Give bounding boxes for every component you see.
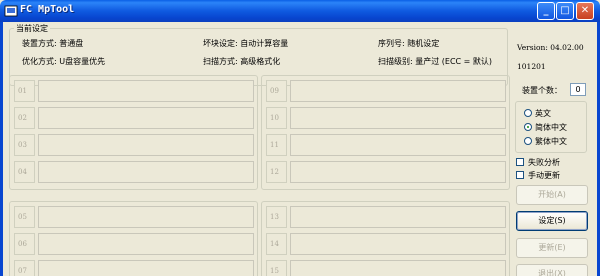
port-slot[interactable]: 10 xyxy=(266,107,506,129)
port-slot[interactable]: 11 xyxy=(266,134,506,156)
checkbox-label: 失败分析 xyxy=(528,158,560,167)
port-status-bar xyxy=(290,161,506,183)
radio-indicator-selected xyxy=(524,123,532,131)
device-count-field: 0 xyxy=(570,83,586,96)
radio-english[interactable]: 英文 xyxy=(524,108,584,119)
port-slot[interactable]: 12 xyxy=(266,161,506,183)
scan-level-text: 扫描级别: 量产过 (ECC = 默认) xyxy=(378,57,493,66)
device-mode-text: 装置方式: 普通盘 xyxy=(22,39,84,48)
radio-indicator xyxy=(524,109,532,117)
port-panel-top-left: 01 02 03 04 xyxy=(9,75,258,190)
port-status-bar xyxy=(290,206,506,228)
port-status-bar xyxy=(38,233,254,255)
port-number: 14 xyxy=(266,233,287,255)
port-status-bar xyxy=(38,206,254,228)
settings-button[interactable]: 设定(S) xyxy=(516,211,588,231)
port-number: 06 xyxy=(14,233,35,255)
update-button[interactable]: 更新(E) xyxy=(516,238,588,258)
port-number: 07 xyxy=(14,260,35,276)
start-button[interactable]: 开始(A) xyxy=(516,185,588,205)
port-number: 12 xyxy=(266,161,287,183)
window-title: FC MpTool xyxy=(20,4,75,15)
port-slot[interactable]: 05 xyxy=(14,206,254,228)
port-slot[interactable]: 01 xyxy=(14,80,254,102)
port-number: 02 xyxy=(14,107,35,129)
port-slot[interactable]: 02 xyxy=(14,107,254,129)
title-bar[interactable]: FC MpTool _ □ ✕ xyxy=(0,0,600,22)
port-status-bar xyxy=(290,260,506,276)
port-number: 04 xyxy=(14,161,35,183)
build-text: 101201 xyxy=(517,62,546,71)
port-number: 03 xyxy=(14,134,35,156)
scan-mode-text: 扫描方式: 高级格式化 xyxy=(203,57,281,66)
language-group: 英文 简体中文 繁体中文 xyxy=(515,101,587,153)
radio-label: 英文 xyxy=(535,109,551,118)
bad-block-text: 坏块设定: 自动计算容量 xyxy=(203,39,289,48)
port-slot[interactable]: 07 xyxy=(14,260,254,276)
port-status-bar xyxy=(38,80,254,102)
port-status-bar xyxy=(38,161,254,183)
radio-simplified-chinese[interactable]: 简体中文 xyxy=(524,122,584,133)
port-slot[interactable]: 13 xyxy=(266,206,506,228)
minimize-button[interactable]: _ xyxy=(537,2,555,20)
checkbox-label: 手动更新 xyxy=(528,171,560,180)
checkbox-box xyxy=(516,171,524,179)
port-slot[interactable]: 03 xyxy=(14,134,254,156)
port-number: 10 xyxy=(266,107,287,129)
client-area: 当前设定 装置方式: 普通盘 坏块设定: 自动计算容量 序列号: 随机设定 优化… xyxy=(0,22,600,276)
radio-indicator xyxy=(524,137,532,145)
exit-button[interactable]: 退出(X) xyxy=(516,264,588,276)
port-slot[interactable]: 14 xyxy=(266,233,506,255)
radio-traditional-chinese[interactable]: 繁体中文 xyxy=(524,136,584,147)
port-panel-bottom-left: 05 06 07 xyxy=(9,201,258,276)
device-count-label: 装置个数： xyxy=(522,86,562,95)
port-number: 15 xyxy=(266,260,287,276)
port-number: 11 xyxy=(266,134,287,156)
port-slot[interactable]: 09 xyxy=(266,80,506,102)
failure-analysis-checkbox[interactable]: 失败分析 xyxy=(516,157,596,168)
port-number: 09 xyxy=(266,80,287,102)
current-settings-legend: 当前设定 xyxy=(14,23,50,34)
serial-text: 序列号: 随机设定 xyxy=(378,39,440,48)
port-number: 01 xyxy=(14,80,35,102)
port-status-bar xyxy=(38,107,254,129)
radio-label: 简体中文 xyxy=(535,123,567,132)
port-status-bar xyxy=(290,107,506,129)
port-slot[interactable]: 04 xyxy=(14,161,254,183)
close-button[interactable]: ✕ xyxy=(576,2,594,20)
port-number: 13 xyxy=(266,206,287,228)
manual-update-checkbox[interactable]: 手动更新 xyxy=(516,170,596,181)
port-status-bar xyxy=(290,233,506,255)
app-icon xyxy=(4,5,18,17)
radio-label: 繁体中文 xyxy=(535,137,567,146)
port-slot[interactable]: 06 xyxy=(14,233,254,255)
version-text: Version: 04.02.00 xyxy=(517,43,584,52)
port-status-bar xyxy=(290,80,506,102)
port-status-bar xyxy=(38,260,254,276)
maximize-button[interactable]: □ xyxy=(556,2,574,20)
port-status-bar xyxy=(290,134,506,156)
port-panel-top-right: 09 10 11 12 xyxy=(261,75,510,190)
port-slot[interactable]: 15 xyxy=(266,260,506,276)
port-status-bar xyxy=(38,134,254,156)
port-panel-bottom-right: 13 14 15 xyxy=(261,201,510,276)
checkbox-box xyxy=(516,158,524,166)
port-number: 05 xyxy=(14,206,35,228)
optimize-text: 优化方式: U盘容量优先 xyxy=(22,57,106,66)
